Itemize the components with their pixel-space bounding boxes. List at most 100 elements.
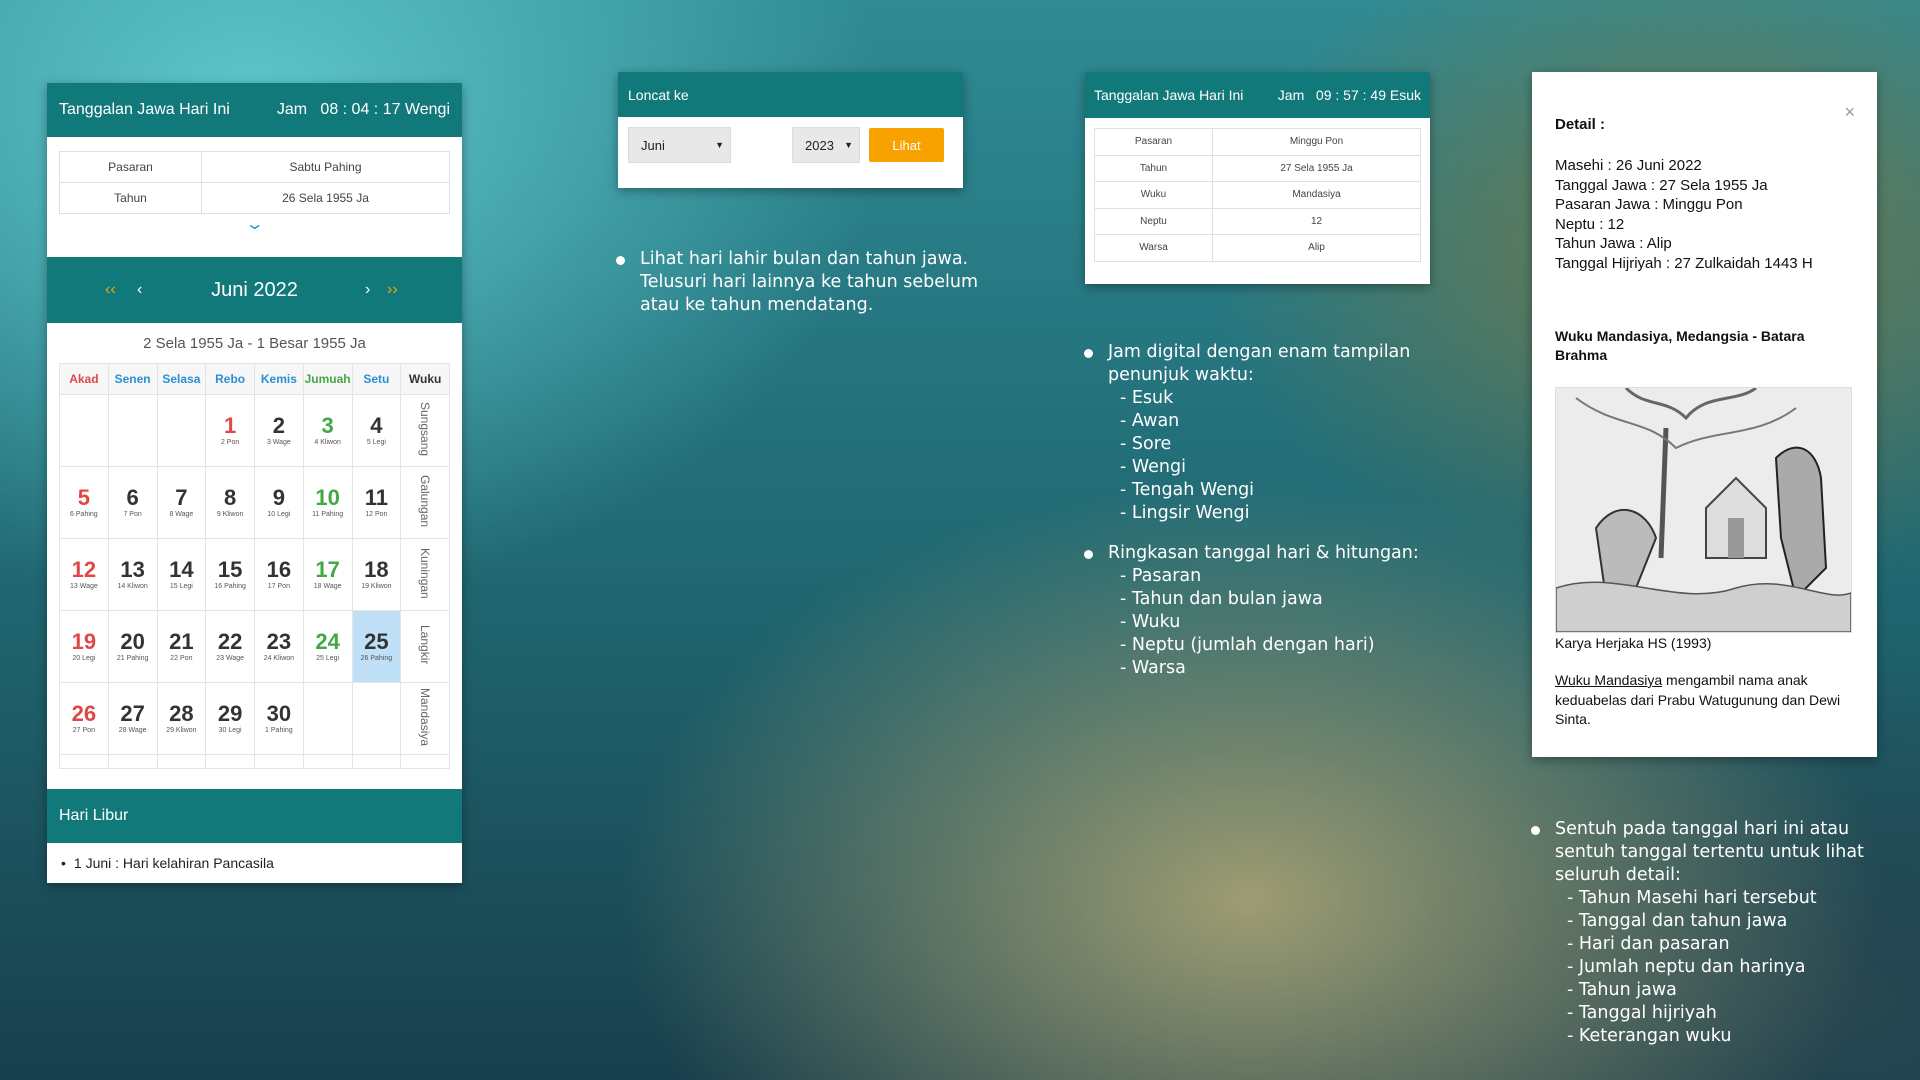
calendar-day[interactable]: 18 19 Kliwon — [351, 538, 402, 611]
calendar-day[interactable]: 21 22 Pon — [156, 610, 207, 683]
calendar-day[interactable]: 14 15 Legi — [156, 538, 207, 611]
year-select-value: 2023 — [805, 137, 834, 153]
calendar-day[interactable]: 89 Kliwon — [205, 466, 255, 539]
calendar-day[interactable]: 30 1 Pahing — [254, 682, 304, 755]
info-value: 26 Sela 1955 Ja — [201, 182, 450, 214]
info-value: Alip — [1212, 234, 1421, 262]
month-select[interactable]: Juni ▼ — [628, 127, 731, 163]
next-month-button[interactable]: › — [365, 281, 370, 299]
wuku-cell: Sungsang — [400, 394, 450, 467]
day-pasaran: 2 Pon — [220, 439, 240, 446]
day-number: 17 — [315, 557, 340, 582]
view-button[interactable]: Lihat — [869, 128, 944, 162]
calendar-day[interactable]: 45 Legi — [351, 394, 402, 467]
day-pasaran: 29 Kliwon — [166, 727, 197, 734]
calendar-day[interactable]: 26 27 Pon — [59, 682, 109, 755]
jump-header: Loncat ke — [618, 72, 963, 117]
calendar-day[interactable]: 28 29 Kliwon — [156, 682, 207, 755]
calendar-empty-cell — [254, 754, 304, 769]
day-pasaran: 25 Legi — [316, 655, 340, 662]
day-pasaran: 10 Legi — [267, 511, 291, 518]
calendar-day[interactable]: 16 17 Pon — [254, 538, 304, 611]
feature-item: Ringkasan tanggal hari & hitungan: - Pas… — [1082, 542, 1462, 680]
day-number: 26 — [71, 701, 97, 726]
calendar-week-row: 19 20 Legi 20 21 Pahing 21 22 Pon 22 23 Wage 23 2… — [59, 610, 450, 683]
feature-list-jump: Lihat hari lahir bulan dan tahun jawa. T… — [614, 248, 994, 317]
calendar-day[interactable]: 20 21 Pahing — [107, 610, 158, 683]
calendar-empty-cell — [156, 394, 207, 467]
wuku-label: Sungsang — [418, 401, 433, 457]
day-pasaran: 13 Wage — [69, 583, 98, 590]
calendar-day[interactable]: 22 23 Wage — [205, 610, 255, 683]
calendar-day[interactable]: 13 14 Kliwon — [107, 538, 158, 611]
day-pasaran: 12 Pon — [365, 511, 388, 518]
day-number: 3 — [321, 413, 334, 438]
prev-year-button[interactable]: ‹‹ — [105, 281, 116, 299]
calendar-day[interactable]: 78 Wage — [156, 466, 207, 539]
day-number: 12 — [71, 557, 97, 582]
close-icon[interactable]: × — [1844, 102, 1855, 123]
chevron-down-icon[interactable]: ⌄ — [47, 214, 462, 238]
day-pasaran: 11 Pahing — [312, 511, 344, 518]
detail-masehi: Masehi : 26 Juni 2022 — [1555, 157, 1702, 174]
weekday-header-row: Akad Senen Selasa Rebo Kemis Jumuah Setu… — [59, 363, 450, 395]
weekday-akad: Akad — [59, 363, 109, 395]
today-info-table: Pasaran Sabtu Pahing Tahun 26 Sela 1955 … — [59, 151, 450, 214]
calendar-day[interactable]: 29 30 Legi — [205, 682, 255, 755]
calendar-header: Tanggalan Jawa Hari Ini Jam 08 : 04 : 17… — [47, 83, 462, 137]
day-pasaran: 3 Wage — [266, 439, 291, 446]
day-number: 8 — [224, 485, 237, 510]
calendar-empty-cell — [59, 394, 109, 467]
calendar-day[interactable]: 9 10 Legi — [254, 466, 304, 539]
detail-tanggal-jawa: Tanggal Jawa : 27 Sela 1955 Ja — [1555, 176, 1768, 194]
calendar-day[interactable]: 12 13 Wage — [59, 538, 109, 611]
detail-pasaran: Pasaran Jawa : Minggu Pon — [1555, 196, 1743, 213]
detail-card: × Detail : Masehi : 26 Juni 2022 Tanggal… — [1532, 72, 1877, 757]
weekday-setu: Setu — [351, 363, 402, 395]
calendar-day[interactable]: 34 Kliwon — [302, 394, 353, 467]
next-year-button[interactable]: ›› — [387, 281, 398, 299]
year-select[interactable]: 2023 ▼ — [792, 127, 860, 163]
wuku-title: Wuku Mandasiya, Medangsia - Batara Brahm… — [1555, 328, 1805, 363]
calendar-day[interactable]: 23 24 Kliwon — [254, 610, 304, 683]
calendar-day[interactable]: 19 20 Legi — [59, 610, 109, 683]
calendar-week-row: 12 Pon 2 3 Wage 3 4 Kliwon 4 5 Legi Sungsang — [59, 394, 450, 467]
feature-sub: - Tahun dan bulan jawa — [1120, 589, 1323, 609]
calendar-empty-cell — [205, 754, 255, 769]
image-caption: Karya Herjaka HS (1993) — [1555, 635, 1712, 651]
weekday-selasa: Selasa — [156, 363, 207, 395]
day-number: 13 — [120, 557, 145, 582]
feature-sub: - Warsa — [1120, 658, 1186, 678]
day-pasaran: 9 Kliwon — [216, 511, 244, 518]
day-pasaran: 16 Pahing — [214, 583, 246, 590]
calendar-day[interactable]: 67 Pon — [107, 466, 158, 539]
info-label: Warsa — [1094, 234, 1213, 262]
jump-to-card: Loncat ke Juni ▼ 2023 ▼ Lihat — [618, 72, 963, 188]
calendar-day[interactable]: 56 Pahing — [59, 466, 109, 539]
prev-month-button[interactable]: ‹ — [137, 281, 142, 299]
calendar-day[interactable]: 25 26 Pahing — [351, 610, 402, 683]
calendar-day[interactable]: 24 25 Legi — [302, 610, 353, 683]
info-label: Wuku — [1094, 181, 1213, 209]
day-pasaran: 17 Pon — [267, 583, 290, 590]
info-value: 12 — [1212, 207, 1421, 235]
calendar-day[interactable]: 27 28 Wage — [107, 682, 158, 755]
calendar-day[interactable]: 23 Wage — [254, 394, 304, 467]
calendar-day[interactable]: 15 16 Pahing — [205, 538, 255, 611]
calendar-day[interactable]: 10 11 Pahing — [302, 466, 353, 539]
day-number: 5 — [77, 485, 90, 510]
wuku-label: Kuningan — [418, 547, 433, 599]
weekday-wuku: Wuku — [400, 363, 450, 395]
calendar-day[interactable]: 12 Pon — [205, 394, 255, 467]
day-number: 23 — [266, 629, 292, 654]
calendar-day[interactable]: 17 18 Wage — [302, 538, 353, 611]
wuku-link[interactable]: Wuku Mandasiya — [1555, 672, 1662, 688]
calendar-day[interactable]: 11 12 Pon — [351, 466, 402, 539]
jump-controls: Juni ▼ 2023 ▼ Lihat — [618, 117, 963, 173]
info-label: Pasaran — [1094, 128, 1213, 156]
clock-time: 08 : 04 : 17 Wengi — [320, 101, 450, 118]
info-value: 27 Sela 1955 Ja — [1212, 154, 1421, 182]
feature-sub: - Jumlah neptu dan harinya — [1567, 957, 1806, 977]
feature-item: Sentuh pada tanggal hari ini atau sentuh… — [1529, 818, 1909, 1048]
holiday-list: 1 Juni : Hari kelahiran Pancasila — [47, 843, 462, 883]
